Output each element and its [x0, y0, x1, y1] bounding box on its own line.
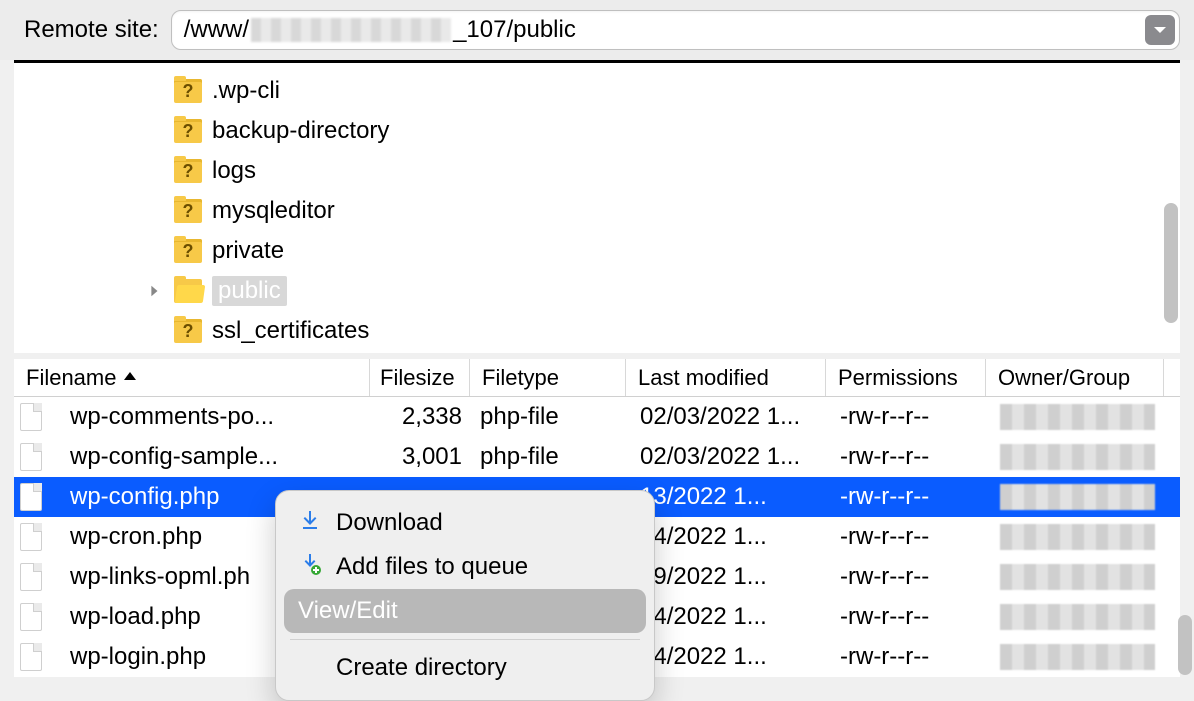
file-owner-redacted	[1000, 444, 1155, 470]
remote-path-text: /www/ _107/public	[184, 16, 1145, 44]
file-modified: 02/03/2022 1...	[640, 403, 836, 431]
file-permissions: -rw-r--r--	[840, 523, 996, 551]
file-size: 3,001	[372, 443, 462, 471]
menu-item-label: Add files to queue	[336, 553, 528, 581]
file-owner-redacted	[1000, 484, 1155, 510]
download-icon	[298, 508, 322, 539]
column-header-permissions[interactable]: Permissions	[830, 359, 986, 396]
folder-open-icon	[174, 279, 202, 303]
tree-item-label: logs	[212, 157, 256, 185]
tree-item-label: ssl_certificates	[212, 317, 369, 345]
tree-item-label: private	[212, 237, 284, 265]
path-prefix: /www/	[184, 16, 249, 44]
menu-item-add-files-to-queue[interactable]: Add files to queue	[276, 545, 654, 589]
tree-scrollbar[interactable]	[1164, 203, 1178, 323]
file-type: php-file	[480, 403, 632, 431]
folder-unknown-icon: ?	[174, 239, 202, 263]
folder-unknown-icon: ?	[174, 79, 202, 103]
file-list-scrollbar[interactable]	[1178, 615, 1192, 675]
column-header-filetype[interactable]: Filetype	[474, 359, 626, 396]
file-icon	[20, 483, 42, 511]
tree-item-label: backup-directory	[212, 117, 389, 145]
add-to-queue-icon	[298, 552, 322, 583]
file-modified: 13/2022 1...	[640, 483, 836, 511]
file-owner-redacted	[1000, 604, 1155, 630]
file-owner-redacted	[1000, 524, 1155, 550]
menu-item-view-edit[interactable]: View/Edit	[284, 589, 646, 633]
folder-unknown-icon: ?	[174, 199, 202, 223]
tree-item-backup-directory[interactable]: ? backup-directory	[14, 111, 1180, 151]
menu-item-label: Download	[336, 509, 443, 537]
file-list-header: Filename Filesize Filetype Last modified Per…	[14, 359, 1180, 397]
menu-item-create-directory[interactable]: Create directory	[276, 646, 654, 690]
file-icon	[20, 403, 42, 431]
column-header-filename[interactable]: Filename	[18, 359, 370, 396]
tree-item-logs[interactable]: ? logs	[14, 151, 1180, 191]
sort-ascending-icon	[122, 365, 138, 391]
column-header-label: Owner/Group	[998, 365, 1130, 391]
tree-item-label: public	[212, 276, 287, 306]
tree-item-label: .wp-cli	[212, 77, 280, 105]
column-header-label: Permissions	[838, 365, 958, 391]
file-modified: 24/2022 1...	[640, 643, 836, 671]
file-owner-redacted	[1000, 564, 1155, 590]
chevron-down-icon	[1152, 22, 1168, 38]
context-menu: Download Add files to queue View/Edit Creat…	[275, 490, 655, 701]
file-permissions: -rw-r--r--	[840, 443, 996, 471]
file-icon	[20, 563, 42, 591]
file-size: 2,338	[372, 403, 462, 431]
tree-item-label: mysqleditor	[212, 197, 335, 225]
file-permissions: -rw-r--r--	[840, 563, 996, 591]
file-name: wp-config-sample...	[70, 443, 370, 471]
file-icon	[20, 443, 42, 471]
file-icon	[20, 603, 42, 631]
path-redacted	[251, 18, 451, 42]
top-bar: Remote site: /www/ _107/public	[0, 0, 1194, 60]
path-suffix: _107/public	[453, 16, 576, 44]
file-icon	[20, 523, 42, 551]
file-permissions: -rw-r--r--	[840, 643, 996, 671]
tree-item-public[interactable]: public	[14, 271, 1180, 311]
column-header-owner_group[interactable]: Owner/Group	[990, 359, 1164, 396]
file-modified: 09/2022 1...	[640, 563, 836, 591]
file-permissions: -rw-r--r--	[840, 603, 996, 631]
column-header-label: Last modified	[638, 365, 769, 391]
file-modified: 24/2022 1...	[640, 523, 836, 551]
remote-path-combobox[interactable]: /www/ _107/public	[171, 10, 1180, 50]
file-owner-redacted	[1000, 404, 1155, 430]
column-header-filesize[interactable]: Filesize	[372, 359, 470, 396]
file-type: php-file	[480, 443, 632, 471]
tree-item--wp-cli[interactable]: ? .wp-cli	[14, 71, 1180, 111]
folder-unknown-icon: ?	[174, 119, 202, 143]
file-permissions: -rw-r--r--	[840, 483, 996, 511]
menu-separator	[290, 639, 640, 640]
file-modified: 02/03/2022 1...	[640, 443, 836, 471]
remote-tree-panel[interactable]: ? .wp-cli? backup-directory? logs? mysqledit…	[14, 63, 1180, 353]
remote-site-label: Remote site:	[24, 16, 159, 44]
file-owner-redacted	[1000, 644, 1155, 670]
column-header-label: Filename	[26, 365, 116, 391]
column-header-last_modified[interactable]: Last modified	[630, 359, 826, 396]
path-dropdown-button[interactable]	[1145, 15, 1175, 45]
menu-item-label: View/Edit	[298, 597, 398, 625]
folder-unknown-icon: ?	[174, 159, 202, 183]
tree-item-mysqleditor[interactable]: ? mysqleditor	[14, 191, 1180, 231]
file-icon	[20, 643, 42, 671]
column-header-label: Filetype	[482, 365, 559, 391]
file-permissions: -rw-r--r--	[840, 403, 996, 431]
tree-item-ssl-certificates[interactable]: ? ssl_certificates	[14, 311, 1180, 351]
file-name: wp-comments-po...	[70, 403, 370, 431]
file-modified: 24/2022 1...	[640, 603, 836, 631]
expand-chevron-icon[interactable]	[144, 284, 164, 298]
menu-item-download[interactable]: Download	[276, 501, 654, 545]
folder-unknown-icon: ?	[174, 319, 202, 343]
menu-item-label: Create directory	[336, 654, 507, 682]
tree-item-private[interactable]: ? private	[14, 231, 1180, 271]
file-row[interactable]: wp-comments-po...2,338 php-file 02/03/2022…	[14, 397, 1180, 437]
file-row[interactable]: wp-config-sample...3,001 php-file 02/03/20…	[14, 437, 1180, 477]
column-header-label: Filesize	[380, 365, 455, 391]
